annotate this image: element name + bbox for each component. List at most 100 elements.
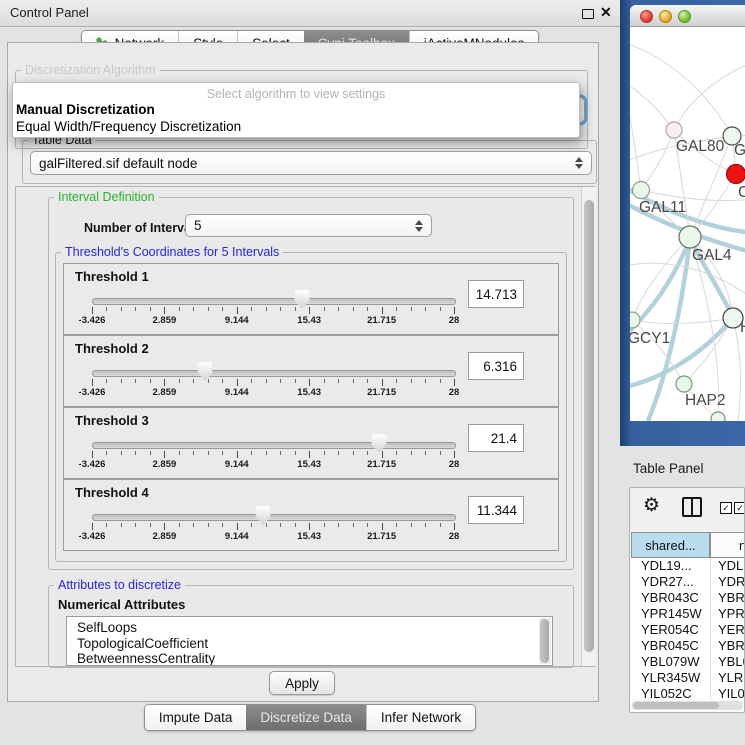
threshold-slider[interactable] xyxy=(92,442,456,449)
network-canvas[interactable]: GAL80GACGAL11GAL4GCY1HHAP2 xyxy=(630,27,745,421)
cell-shared-name: YBR043C xyxy=(641,590,699,605)
split-columns-icon[interactable] xyxy=(682,497,702,517)
tab-impute-data[interactable]: Impute Data xyxy=(145,705,247,730)
discretization-algorithm-title: Discretization Algorithm xyxy=(21,63,160,77)
cell-shared-name: YBL079W xyxy=(641,654,700,669)
node-label: C xyxy=(738,184,745,201)
tick-label: -3.426 xyxy=(79,531,106,542)
number-of-intervals-value: 5 xyxy=(194,218,202,233)
tick-label: 9.144 xyxy=(225,531,249,542)
tick-label: -3.426 xyxy=(79,459,106,470)
tick-label: 21.715 xyxy=(367,459,396,470)
table-row[interactable]: YBR045CYBR0 xyxy=(631,638,745,654)
column-header-name[interactable]: n... xyxy=(710,532,745,558)
threshold-label: Threshold 4 xyxy=(75,485,149,500)
scrollbar-thumb[interactable] xyxy=(584,200,594,652)
tab-infer-network[interactable]: Infer Network xyxy=(366,705,475,730)
cell-name: YDR2 xyxy=(718,574,745,589)
column-header-shared-name[interactable]: shared... xyxy=(631,532,710,558)
node-label: GA xyxy=(734,142,745,159)
threshold-panel-2: Threshold 2 -3.4262.8599.14415.4321.7152… xyxy=(63,335,559,407)
tick-label: 15.43 xyxy=(297,459,321,470)
cell-shared-name: YLR345W xyxy=(641,670,700,685)
tick-label: 28 xyxy=(449,315,460,326)
table-toolbar: ⚙ ✓ ✓ xyxy=(630,488,744,532)
zoom-traffic-light-icon[interactable] xyxy=(678,10,691,23)
threshold-panel-3: Threshold 3 -3.4262.8599.14415.4321.7152… xyxy=(63,407,559,479)
tick-label: 2.859 xyxy=(153,531,177,542)
network-node-c[interactable] xyxy=(727,165,745,184)
table-row[interactable]: YER054CYER0 xyxy=(631,622,745,638)
threshold-value-field[interactable]: 11.344 xyxy=(468,496,524,524)
tick-label: 21.715 xyxy=(367,531,396,542)
tab-discretize-data[interactable]: Discretize Data xyxy=(246,705,366,730)
table-rows: YDL19...YDL1YDR27...YDR2YBR043CYBR0YPR14… xyxy=(631,558,745,699)
tick-label: -3.426 xyxy=(79,387,106,398)
apply-button[interactable]: Apply xyxy=(269,671,335,695)
list-item[interactable]: SelfLoops xyxy=(67,620,552,636)
gear-icon[interactable]: ⚙ xyxy=(643,494,660,517)
network-node-gal80[interactable] xyxy=(666,122,682,138)
threshold-slider[interactable] xyxy=(92,370,456,377)
table-row[interactable]: YLR345WYLR3 xyxy=(631,670,745,686)
scrollbar-thumb[interactable] xyxy=(633,702,719,709)
table-row[interactable]: YBR043CYBR0 xyxy=(631,590,745,606)
algorithm-hint: Select algorithm to view settings xyxy=(13,87,579,101)
table-row[interactable]: YBL079WYBL0 xyxy=(631,654,745,670)
table-row[interactable]: YPR145WYPR1 xyxy=(631,606,745,622)
network-node[interactable] xyxy=(711,412,725,421)
network-node-gal4[interactable] xyxy=(679,226,701,248)
scrollpane-scrollbar[interactable] xyxy=(581,187,596,666)
cell-name: YDL1 xyxy=(718,558,745,573)
number-of-intervals-combo[interactable]: 5 xyxy=(185,214,432,237)
control-panel-titlebar: Control Panel ✕ xyxy=(0,0,620,27)
table-row[interactable]: YDL19...YDL1 xyxy=(631,558,745,574)
interval-definition-title: Interval Definition xyxy=(54,190,159,204)
tick-label: 9.144 xyxy=(225,387,249,398)
table-hscrollbar[interactable] xyxy=(632,701,743,710)
table-data-combo[interactable]: galFiltered.sif default node xyxy=(30,151,592,175)
attributes-title: Attributes to discretize xyxy=(54,578,185,592)
attributes-list-scrollbar[interactable] xyxy=(539,618,551,664)
node-label: H xyxy=(740,319,745,336)
checkbox-icon[interactable]: ✓ xyxy=(734,502,745,514)
scrollbar-thumb[interactable] xyxy=(540,619,549,663)
threshold-slider[interactable] xyxy=(92,514,456,521)
numerical-attributes-list[interactable]: SelfLoopsTopologicalCoefficientBetweenne… xyxy=(66,616,553,666)
algorithm-option-equal-width[interactable]: Equal Width/Frequency Discretization xyxy=(16,119,241,134)
network-node-gcy1[interactable] xyxy=(630,312,640,328)
network-window-titlebar[interactable] xyxy=(630,5,745,27)
close-traffic-light-icon[interactable] xyxy=(640,10,653,23)
cell-shared-name: YIL052C xyxy=(641,686,692,699)
list-item[interactable]: BetweennessCentrality xyxy=(67,651,552,666)
threshold-value-field[interactable]: 14.713 xyxy=(468,280,524,308)
algorithm-option-manual[interactable]: Manual Discretization xyxy=(16,102,155,117)
table-panel: ⚙ ✓ ✓ shared... n... YDL19...YDL1YDR27..… xyxy=(629,487,745,713)
checkbox-icon[interactable]: ✓ xyxy=(720,502,732,514)
table-row[interactable]: YDR27...YDR2 xyxy=(631,574,745,590)
threshold-label: Threshold 2 xyxy=(75,341,149,356)
network-node-gal11[interactable] xyxy=(633,182,650,199)
table-row[interactable]: YIL052CYIL0 xyxy=(631,686,745,699)
table-data-value: galFiltered.sif default node xyxy=(39,156,197,171)
float-window-icon[interactable] xyxy=(582,9,594,19)
tick-label: 9.144 xyxy=(225,315,249,326)
cell-shared-name: YBR045C xyxy=(641,638,699,653)
node-label: GAL4 xyxy=(692,247,732,264)
tick-label: 28 xyxy=(449,387,460,398)
bottom-tabs-pill: Impute DataDiscretize DataInfer Network xyxy=(144,704,476,731)
combo-stepper-icon[interactable] xyxy=(575,157,583,169)
threshold-slider[interactable] xyxy=(92,298,456,305)
threshold-value-field[interactable]: 21.4 xyxy=(468,424,524,452)
numerical-attributes-label: Numerical Attributes xyxy=(58,597,185,612)
network-node-hap2[interactable] xyxy=(676,376,692,392)
close-icon[interactable]: ✕ xyxy=(600,4,612,21)
slider-ticks xyxy=(92,451,454,459)
network-window[interactable]: GAL80GACGAL11GAL4GCY1HHAP2 xyxy=(630,5,745,421)
minimize-traffic-light-icon[interactable] xyxy=(659,10,672,23)
tick-label: 2.859 xyxy=(153,459,177,470)
combo-stepper-icon[interactable] xyxy=(415,220,423,232)
app-root: Control Panel ✕ NetworkStyleSelectCyni T… xyxy=(0,0,745,745)
list-item[interactable]: TopologicalCoefficient xyxy=(67,636,552,652)
threshold-value-field[interactable]: 6.316 xyxy=(468,352,524,380)
